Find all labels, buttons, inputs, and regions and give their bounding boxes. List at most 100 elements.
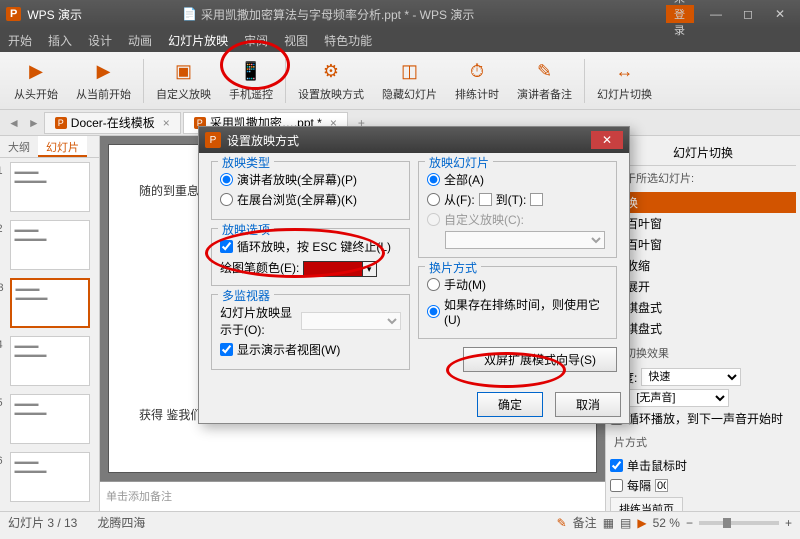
ribbon-自定义放映[interactable]: ▣自定义放映 [148, 56, 219, 106]
click-label: 单击鼠标时 [627, 457, 687, 474]
advance-group: 换片方式 手动(M) 如果存在排练时间，则使用它(U) [418, 266, 617, 339]
transition-item[interactable]: 状展开 [610, 276, 796, 297]
menu-item[interactable]: 插入 [48, 32, 72, 49]
pen-color-swatch[interactable] [303, 261, 363, 277]
login-button[interactable]: 未登录 [666, 5, 694, 23]
click-checkbox[interactable] [610, 459, 623, 472]
tab-icon: P [55, 117, 67, 129]
interval-checkbox[interactable] [610, 479, 623, 492]
legend: 换片方式 [425, 259, 481, 276]
to-input[interactable] [530, 193, 543, 206]
custom-show-select[interactable] [445, 231, 605, 249]
monitors-group: 多监视器 幻灯片放映显示于(O): 显示演示者视图(W) [211, 294, 410, 370]
maximize-icon[interactable]: ◻ [734, 5, 762, 23]
notes-toggle[interactable]: 备注 [573, 514, 597, 531]
apply-label: 用于所选幻灯片: [610, 166, 796, 190]
presenter-view-checkbox[interactable] [220, 343, 233, 356]
slide-thumbnail[interactable]: 4▬▬▬▬▬▬▬ [10, 336, 90, 386]
menu-item[interactable]: 幻灯片放映 [168, 32, 228, 49]
ribbon-隐藏幻灯片[interactable]: ◫隐藏幻灯片 [374, 56, 445, 106]
ribbon-设置放映方式[interactable]: ⚙设置放映方式 [290, 56, 372, 106]
ribbon-icon: ▶ [92, 60, 116, 84]
loop-esc-checkbox[interactable] [220, 240, 233, 253]
slide-thumbnail[interactable]: 1▬▬▬▬▬▬▬ [10, 162, 90, 212]
sound-select[interactable]: [无声音] [629, 389, 729, 407]
dual-screen-button[interactable]: 双屏扩展模式向导(S) [463, 347, 617, 372]
ribbon-手机遥控[interactable]: 📱手机遥控 [221, 56, 281, 106]
ribbon-icon: ✎ [533, 60, 557, 84]
from-input[interactable] [479, 193, 492, 206]
monitor-select[interactable] [301, 312, 401, 330]
ribbon-label: 从头开始 [14, 86, 58, 102]
ribbon-排练计时[interactable]: ⏱排练计时 [447, 56, 507, 106]
transition-item[interactable]: 平百叶窗 [610, 213, 796, 234]
show-type-group: 放映类型 演讲者放映(全屏幕)(P) 在展台浏览(全屏幕)(K) [211, 161, 410, 220]
transition-item[interactable]: 切换 [610, 192, 796, 213]
menu-item[interactable]: 开始 [8, 32, 32, 49]
tab-slides[interactable]: 幻灯片 [38, 136, 87, 157]
ribbon-演讲者备注[interactable]: ✎ 演讲者备注 [509, 56, 580, 106]
ribbon-从头开始[interactable]: ▶从头开始 [6, 56, 66, 106]
tab-docer[interactable]: P Docer-在线模板 × [44, 112, 181, 134]
zoom-out-icon[interactable]: − [686, 516, 693, 530]
menu-item[interactable]: 审阅 [244, 32, 268, 49]
pane-title: 幻灯片切换 [610, 140, 796, 166]
transition-item[interactable]: 向棋盘式 [610, 318, 796, 339]
custom-show-radio[interactable] [427, 213, 440, 226]
radio-label: 在展台浏览(全屏幕)(K) [237, 191, 357, 208]
cancel-button[interactable]: 取消 [555, 392, 621, 417]
ribbon-从当前开始[interactable]: ▶从当前开始 [68, 56, 139, 106]
kiosk-radio[interactable] [220, 193, 233, 206]
zoom-slider[interactable] [699, 521, 779, 525]
view-slideshow-icon[interactable]: ▶ [637, 516, 646, 530]
range-radio[interactable] [427, 193, 440, 206]
slide-thumbnail[interactable]: 6▬▬▬▬▬▬▬ [10, 452, 90, 502]
ok-button[interactable]: 确定 [477, 392, 543, 417]
app-title: WPS 演示 [27, 6, 82, 23]
menu-item[interactable]: 动画 [128, 32, 152, 49]
tab-close-icon[interactable]: × [163, 116, 170, 130]
ribbon-幻灯片切换[interactable]: ↔幻灯片切换 [589, 56, 660, 106]
view-sorter-icon[interactable]: ▤ [620, 516, 631, 530]
presenter-radio[interactable] [220, 173, 233, 186]
slide-thumbnail[interactable]: 5▬▬▬▬▬▬▬ [10, 394, 90, 444]
radio-label: 演讲者放映(全屏幕)(P) [237, 171, 357, 188]
transition-item[interactable]: 状收缩 [610, 255, 796, 276]
close-icon[interactable]: ✕ [766, 5, 794, 23]
show-options-group: 放映选项 循环放映，按 ESC 键终止(L) 绘图笔颜色(E): ▾ [211, 228, 410, 286]
thumbnails: 1▬▬▬▬▬▬▬ 2▬▬▬▬▬▬▬ 3▬▬▬▬▬▬▬ 4▬▬▬▬▬▬▬ 5▬▬▬▬▬▬▬… [0, 158, 99, 511]
notes-pane[interactable]: 单击添加备注 [100, 481, 605, 511]
interval-input[interactable] [655, 479, 668, 492]
transition-list[interactable]: 切换平百叶窗直百叶窗状收缩状展开向棋盘式向棋盘式 [610, 192, 796, 339]
app-badge: P [6, 7, 21, 21]
tab-nav-right[interactable]: ► [24, 116, 44, 130]
radio-label: 手动(M) [444, 276, 486, 293]
menu-item[interactable]: 视图 [284, 32, 308, 49]
timing-radio[interactable] [427, 305, 440, 318]
dialog-close-icon[interactable]: ✕ [591, 131, 623, 149]
zoom-in-icon[interactable]: + [785, 516, 792, 530]
tab-nav-left[interactable]: ◄ [4, 116, 24, 130]
minimize-icon[interactable]: — [702, 5, 730, 23]
method-label: 片方式 [610, 430, 796, 454]
rehearse-button[interactable]: 排练当前页 [610, 497, 683, 511]
page-indicator: 幻灯片 3 / 13 [8, 514, 77, 531]
slide-thumbnail[interactable]: 2▬▬▬▬▬▬▬ [10, 220, 90, 270]
menu-item[interactable]: 设计 [88, 32, 112, 49]
pen-color-dropdown-icon[interactable]: ▾ [363, 261, 377, 277]
tab-outline[interactable]: 大纲 [0, 136, 38, 157]
slide-thumbnail[interactable]: 3▬▬▬▬▬▬▬ [10, 278, 90, 328]
transition-item[interactable]: 直百叶窗 [610, 234, 796, 255]
ribbon-label: 演讲者备注 [517, 86, 572, 102]
interval-label: 每隔 [627, 477, 651, 494]
speed-select[interactable]: 快速 [641, 368, 741, 386]
titlebar: P WPS 演示 📄采用凯撒加密算法与字母频率分析.ppt * - WPS 演示… [0, 0, 800, 28]
transition-item[interactable]: 向棋盘式 [610, 297, 796, 318]
all-slides-radio[interactable] [427, 173, 440, 186]
view-normal-icon[interactable]: ▦ [603, 516, 614, 530]
pen-label: 绘图笔颜色(E): [220, 261, 299, 275]
radio-label: 如果存在排练时间，则使用它(U) [444, 296, 608, 327]
to-label: 到(T): [496, 191, 527, 208]
manual-radio[interactable] [427, 278, 440, 291]
menu-item[interactable]: 特色功能 [324, 32, 372, 49]
